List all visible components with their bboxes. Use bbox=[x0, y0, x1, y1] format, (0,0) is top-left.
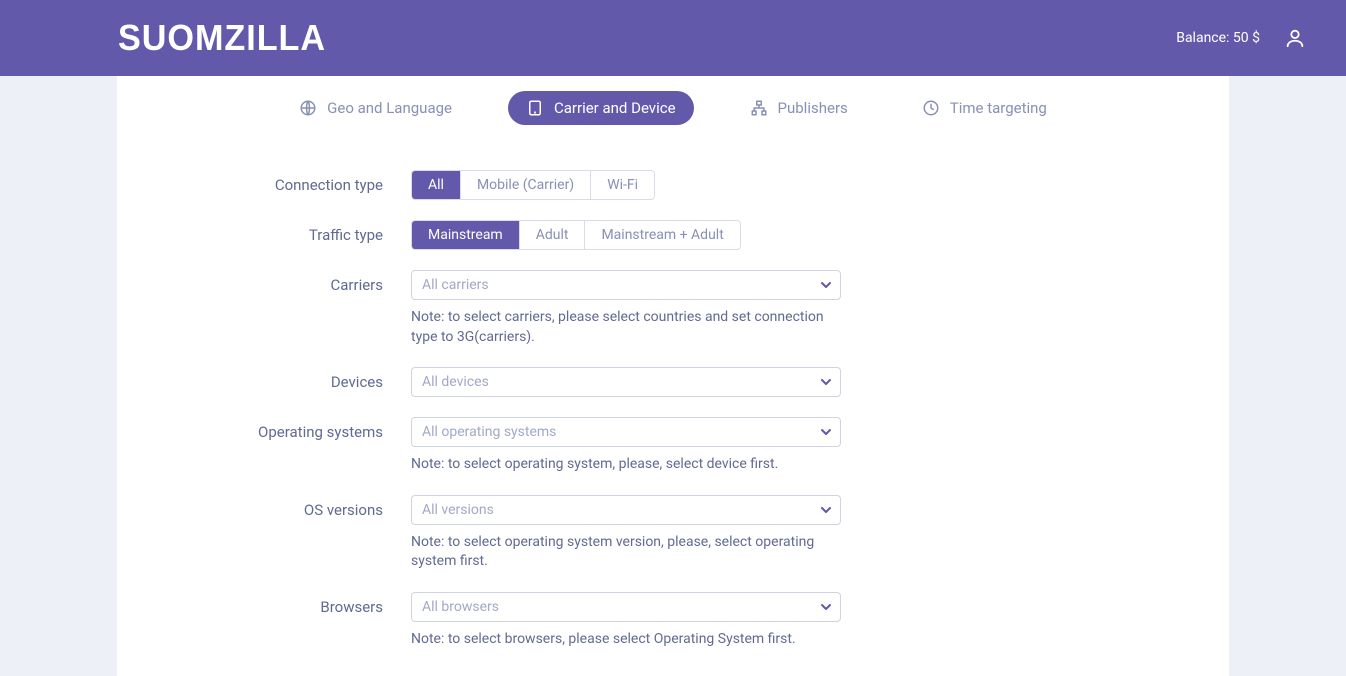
settings-card: Geo and Language Carrier and Device P bbox=[117, 76, 1229, 676]
tab-label: Carrier and Device bbox=[554, 99, 676, 117]
tab-label: Geo and Language bbox=[327, 99, 452, 117]
select-value: All operating systems bbox=[422, 424, 556, 440]
label-devices: Devices bbox=[147, 367, 411, 391]
clock-icon bbox=[922, 99, 940, 117]
connection-type-all[interactable]: All bbox=[412, 171, 461, 199]
chevron-down-icon bbox=[818, 599, 834, 615]
carriers-select[interactable]: All carriers bbox=[411, 270, 841, 300]
tab-label: Publishers bbox=[778, 99, 848, 117]
top-bar: SUOMZILLA Balance: 50 $ bbox=[0, 0, 1346, 76]
select-value: All browsers bbox=[422, 599, 499, 615]
select-value: All versions bbox=[422, 502, 494, 518]
tab-publishers[interactable]: Publishers bbox=[732, 91, 866, 125]
tab-bar: Geo and Language Carrier and Device P bbox=[117, 86, 1229, 130]
traffic-type-mainstream[interactable]: Mainstream bbox=[412, 221, 520, 249]
balance-text: Balance: 50 $ bbox=[1176, 30, 1260, 46]
browsers-select[interactable]: All browsers bbox=[411, 592, 841, 622]
chevron-down-icon bbox=[818, 502, 834, 518]
chevron-down-icon bbox=[818, 374, 834, 390]
logo: SUOMZILLA bbox=[118, 17, 326, 59]
connection-type-wifi[interactable]: Wi-Fi bbox=[591, 171, 654, 199]
chevron-down-icon bbox=[818, 277, 834, 293]
tab-time-targeting[interactable]: Time targeting bbox=[904, 91, 1065, 125]
label-connection-type: Connection type bbox=[147, 170, 411, 194]
sitemap-icon bbox=[750, 99, 768, 117]
row-connection-type: Connection type All Mobile (Carrier) Wi-… bbox=[147, 170, 1199, 200]
traffic-type-group: Mainstream Adult Mainstream + Adult bbox=[411, 220, 741, 250]
devices-select[interactable]: All devices bbox=[411, 367, 841, 397]
label-browsers: Browsers bbox=[147, 592, 411, 616]
os-versions-select[interactable]: All versions bbox=[411, 495, 841, 525]
browsers-note: Note: to select browsers, please select … bbox=[411, 630, 841, 650]
connection-type-group: All Mobile (Carrier) Wi-Fi bbox=[411, 170, 655, 200]
os-versions-note: Note: to select operating system version… bbox=[411, 533, 841, 572]
tab-carrier-device[interactable]: Carrier and Device bbox=[508, 91, 694, 125]
select-value: All carriers bbox=[422, 277, 489, 293]
os-select[interactable]: All operating systems bbox=[411, 417, 841, 447]
row-browsers: Browsers All browsers Note: to select br… bbox=[147, 592, 1199, 650]
row-carriers: Carriers All carriers Note: to select ca… bbox=[147, 270, 1199, 347]
row-devices: Devices All devices bbox=[147, 367, 1199, 397]
row-traffic-type: Traffic type Mainstream Adult Mainstream… bbox=[147, 220, 1199, 250]
label-operating-systems: Operating systems bbox=[147, 417, 411, 441]
os-note: Note: to select operating system, please… bbox=[411, 455, 841, 475]
row-os-versions: OS versions All versions Note: to select… bbox=[147, 495, 1199, 572]
carriers-note: Note: to select carriers, please select … bbox=[411, 308, 841, 347]
globe-icon bbox=[299, 99, 317, 117]
user-icon[interactable] bbox=[1284, 27, 1306, 49]
tablet-icon bbox=[526, 99, 544, 117]
traffic-type-adult[interactable]: Adult bbox=[520, 221, 586, 249]
select-value: All devices bbox=[422, 374, 489, 390]
label-carriers: Carriers bbox=[147, 270, 411, 294]
tab-label: Time targeting bbox=[950, 99, 1047, 117]
connection-type-mobile[interactable]: Mobile (Carrier) bbox=[461, 171, 591, 199]
label-traffic-type: Traffic type bbox=[147, 220, 411, 244]
row-operating-systems: Operating systems All operating systems … bbox=[147, 417, 1199, 475]
tab-geo-language[interactable]: Geo and Language bbox=[281, 91, 470, 125]
traffic-type-both[interactable]: Mainstream + Adult bbox=[585, 221, 739, 249]
label-os-versions: OS versions bbox=[147, 495, 411, 519]
chevron-down-icon bbox=[818, 424, 834, 440]
